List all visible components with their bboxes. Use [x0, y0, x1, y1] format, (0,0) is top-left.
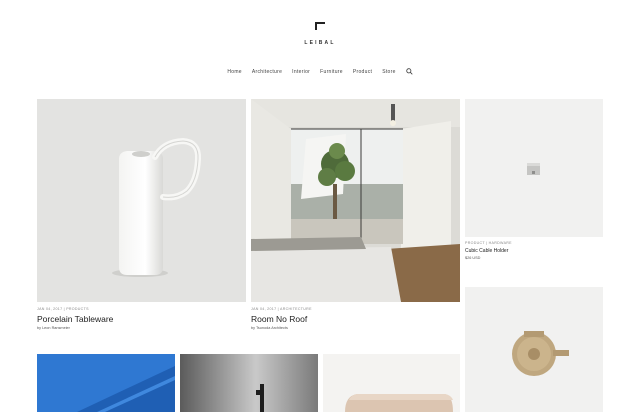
post-image-wall-lamp[interactable]: [180, 354, 318, 412]
product-price: $26 USD: [465, 256, 481, 260]
main-nav: Home Architecture Interior Furniture Pro…: [0, 68, 640, 75]
nav-item-interior[interactable]: Interior: [292, 69, 310, 75]
post-meta: JAN 04, 2017 | PRODUCTS: [37, 307, 89, 311]
post-image-porcelain-tableware[interactable]: [37, 99, 246, 302]
post-title[interactable]: Porcelain Tableware: [37, 314, 113, 324]
nav-item-furniture[interactable]: Furniture: [320, 69, 343, 75]
nav-item-home[interactable]: Home: [227, 69, 242, 75]
nav-item-product[interactable]: Product: [353, 69, 372, 75]
post-image-cubic-cable-holder[interactable]: [465, 99, 603, 237]
product-title[interactable]: Cubic Cable Holder: [465, 248, 508, 254]
nav-item-store[interactable]: Store: [382, 69, 395, 75]
post-byline: by Leon Ransmeier: [37, 326, 70, 330]
post-image-blue-building[interactable]: [37, 354, 175, 412]
logo-icon[interactable]: [315, 22, 325, 30]
post-image-room-no-roof[interactable]: [251, 99, 460, 302]
nav-item-architecture[interactable]: Architecture: [252, 69, 282, 75]
post-byline: by Tsunoda Architects: [251, 326, 288, 330]
search-icon[interactable]: [405, 68, 413, 75]
brand-wordmark[interactable]: LEIBAL: [0, 40, 640, 46]
post-image-brass-kettle[interactable]: [465, 287, 603, 412]
post-title[interactable]: Room No Roof: [251, 314, 307, 324]
post-image-wooden-object[interactable]: [323, 354, 460, 412]
product-meta: PRODUCT | HARDWARE: [465, 241, 512, 245]
post-meta: JAN 04, 2017 | ARCHITECTURE: [251, 307, 312, 311]
